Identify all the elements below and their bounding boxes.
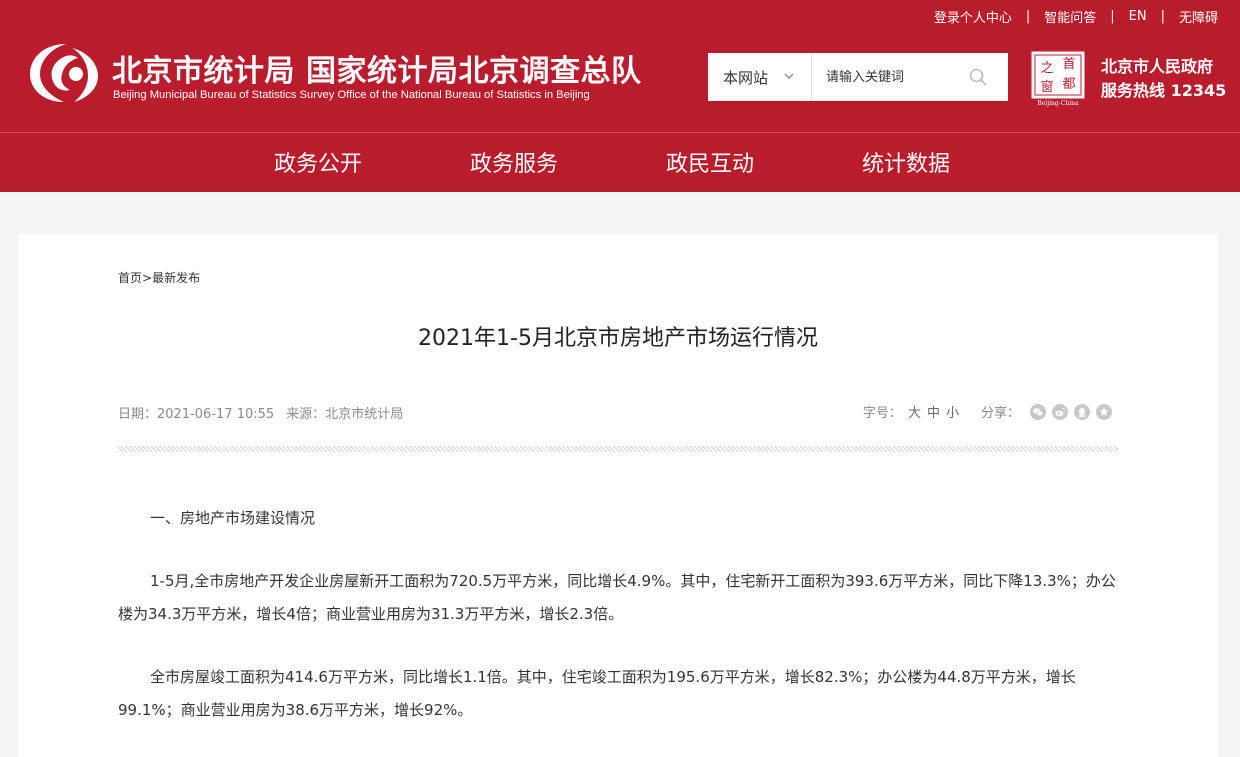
capital-logo-char: 之: [1040, 61, 1053, 76]
top-link-separator: |: [1025, 8, 1031, 24]
site-title: 北京市统计局 国家统计局北京调查总队: [112, 54, 642, 89]
article-date: 2021-06-17 10:55: [157, 407, 275, 422]
top-links: 登录个人中心 | 智能问答 | EN | 无障碍: [934, 7, 1218, 26]
nav-item-interaction[interactable]: 政民互动: [612, 146, 808, 178]
search-box: 本网站: [708, 53, 1008, 101]
search-scope-select[interactable]: 本网站: [708, 53, 812, 101]
english-link[interactable]: EN: [1129, 9, 1147, 24]
date-label: 日期：: [118, 407, 158, 422]
smart-qa-link[interactable]: 智能问答: [1044, 7, 1096, 26]
nav-divider: [0, 132, 1240, 133]
site-header: 登录个人中心 | 智能问答 | EN | 无障碍 北京市统计局 国家统计局北京调…: [0, 0, 1240, 192]
article-tools: 字号： 大 中 小 分享：: [863, 402, 1112, 421]
top-link-separator: |: [1160, 8, 1165, 24]
article-paragraph: 一、房地产市场建设情况: [150, 509, 316, 527]
source-label: 来源：: [286, 407, 326, 422]
breadcrumb-separator: >: [142, 271, 153, 285]
article-container: 首页>最新发布 2021年1-5月北京市房地产市场运行情况 日期：2021-06…: [18, 234, 1218, 757]
font-size-label: 字号：: [862, 406, 902, 421]
title-divider: [118, 446, 1118, 452]
qq-icon[interactable]: [1074, 403, 1090, 420]
font-size-medium[interactable]: 中: [927, 402, 940, 421]
capital-logo-char: 都: [1062, 77, 1075, 92]
breadcrumb-home[interactable]: 首页: [118, 271, 142, 285]
nav-item-affairs-service[interactable]: 政务服务: [416, 146, 612, 178]
search-icon[interactable]: [968, 67, 988, 87]
main-nav: 政务公开 政务服务 政民互动 统计数据: [220, 146, 1004, 178]
site-subtitle: Beijing Municipal Bureau of Statistics S…: [113, 89, 590, 101]
share-label: 分享：: [980, 406, 1020, 421]
capital-logo-char: 首: [1062, 57, 1075, 72]
article-title: 2021年1-5月北京市房地产市场运行情况: [418, 326, 818, 351]
gov-name: 北京市人民政府: [1101, 57, 1214, 76]
weibo-icon[interactable]: [1052, 403, 1068, 420]
login-link[interactable]: 登录个人中心: [934, 7, 1012, 26]
capital-logo-char: 窗: [1040, 79, 1053, 95]
search-input[interactable]: [826, 54, 976, 100]
article-paragraph: 1-5月,全市房地产开发企业房屋新开工面积为720.5万平方米，同比增长4.9%…: [118, 572, 1116, 623]
article-meta: 日期：2021-06-17 10:55 来源：北京市统计局: [118, 403, 403, 422]
capital-window-logo-icon[interactable]: 之 首 都 窗 Beijing-China: [1031, 51, 1085, 107]
breadcrumb-current[interactable]: 最新发布: [152, 271, 200, 285]
article-body: 一、房地产市场建设情况 1-5月,全市房地产开发企业房屋新开工面积为720.5万…: [118, 502, 1118, 757]
nav-item-affairs-open[interactable]: 政务公开: [220, 146, 416, 178]
accessibility-link[interactable]: 无障碍: [1179, 7, 1218, 26]
gov-hotline: 服务热线 12345: [1101, 81, 1227, 100]
top-link-separator: |: [1110, 8, 1115, 24]
nav-item-statistics[interactable]: 统计数据: [808, 146, 1004, 178]
article-source: 北京市统计局: [325, 407, 404, 422]
chevron-down-icon: [784, 73, 794, 79]
breadcrumb: 首页>最新发布: [118, 269, 200, 286]
capital-logo-caption: Beijing-China: [1037, 100, 1079, 107]
font-size-large[interactable]: 大: [908, 402, 921, 421]
article-paragraph: 全市房屋竣工面积为414.6万平方米，同比增长1.1倍。其中，住宅竣工面积为19…: [118, 668, 1076, 719]
qzone-icon[interactable]: [1096, 403, 1112, 420]
search-scope-label: 本网站: [723, 68, 769, 87]
font-size-small[interactable]: 小: [946, 402, 959, 421]
bureau-logo-icon[interactable]: [26, 38, 102, 106]
wechat-icon[interactable]: [1030, 403, 1046, 420]
